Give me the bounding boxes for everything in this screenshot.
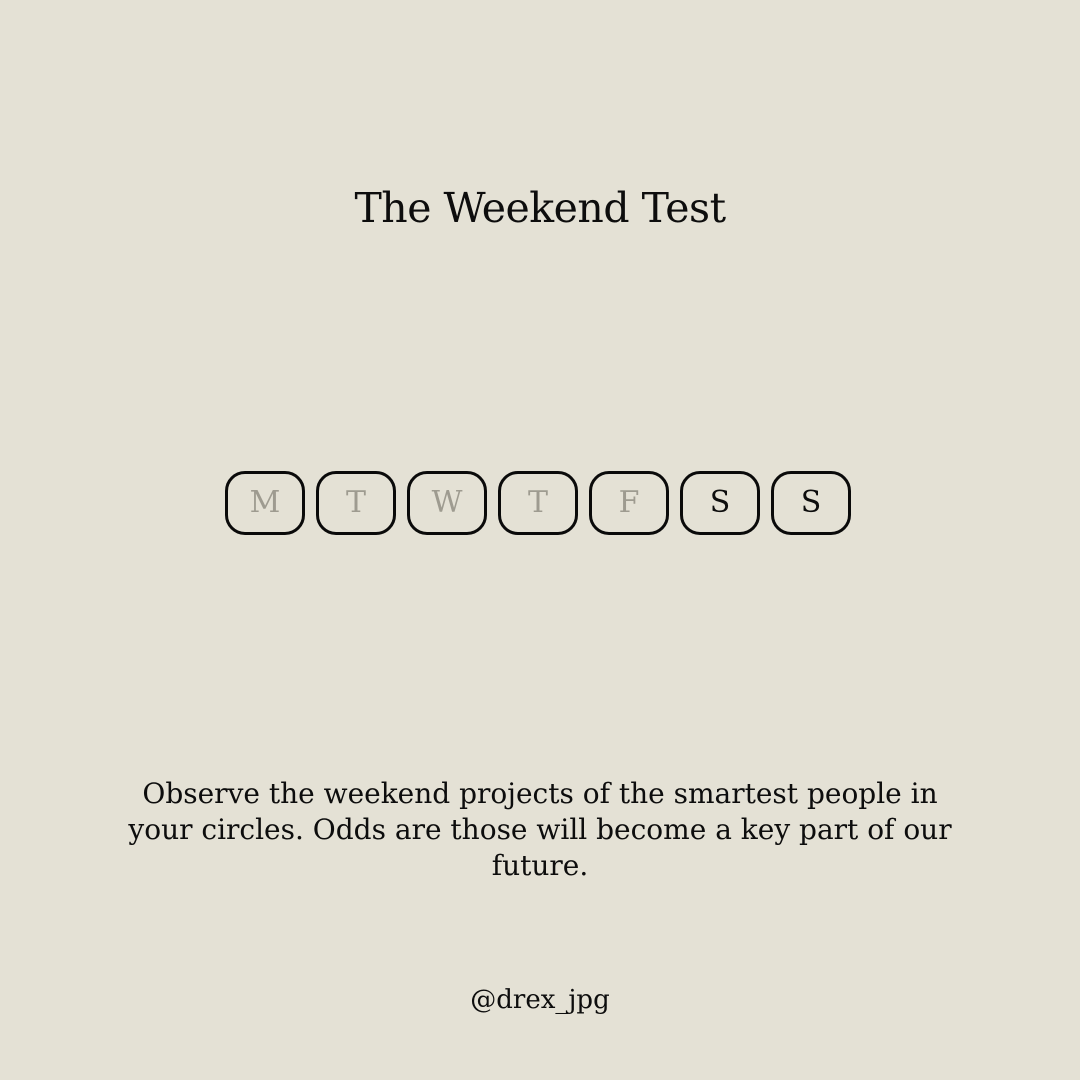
day-pill-thursday: T — [498, 471, 578, 535]
author-handle: @drex_jpg — [470, 985, 610, 1015]
day-pill-monday: M — [225, 471, 305, 535]
weekday-row: M T W T F S S — [225, 471, 855, 535]
day-letter: S — [800, 485, 822, 520]
day-letter: M — [249, 485, 281, 520]
day-letter: S — [709, 485, 731, 520]
day-pill-friday: F — [589, 471, 669, 535]
day-pill-wednesday: W — [407, 471, 487, 535]
quote-text: Observe the weekend projects of the smar… — [128, 777, 952, 882]
day-letter: F — [618, 485, 640, 520]
day-pill-saturday: S — [680, 471, 760, 535]
page-title: The Weekend Test — [354, 184, 726, 232]
day-letter: T — [527, 485, 548, 520]
day-letter: W — [431, 485, 463, 520]
day-pill-tuesday: T — [316, 471, 396, 535]
day-pill-sunday: S — [771, 471, 851, 535]
day-letter: T — [345, 485, 366, 520]
